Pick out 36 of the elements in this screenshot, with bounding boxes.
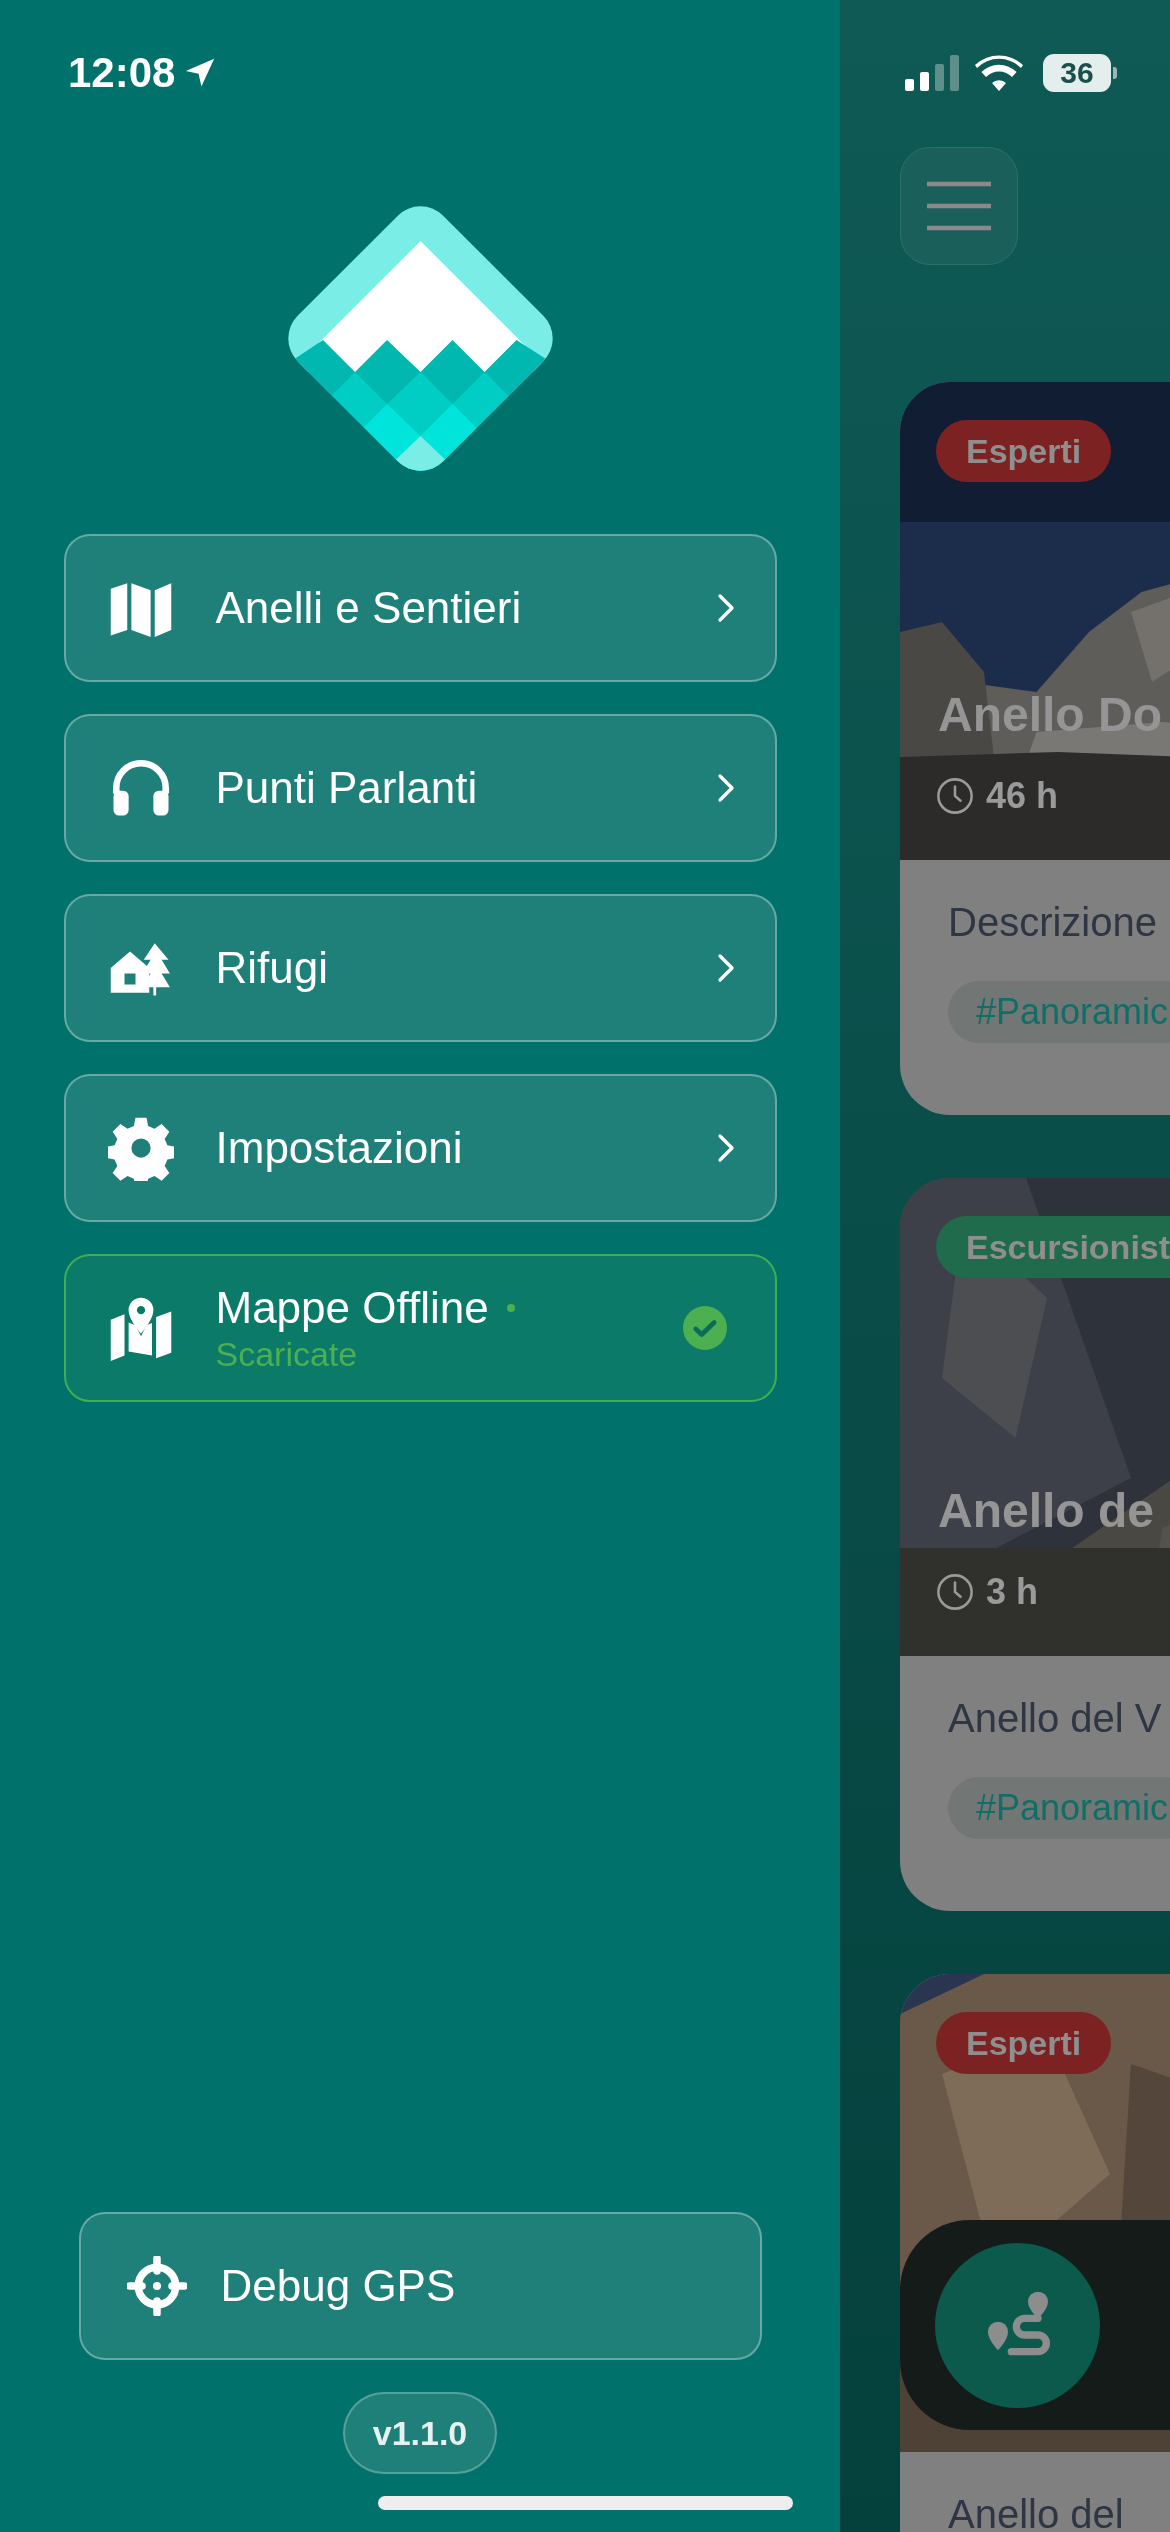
- trail-description: Descrizione: [948, 900, 1157, 945]
- trail-card[interactable]: Escursionist Anello de 3 h Anello del V #Panoramic: [900, 1178, 1170, 1911]
- debug-gps-button[interactable]: Debug GPS: [78, 2212, 762, 2360]
- trail-card[interactable]: Esperti Anello Do 46 h Descrizione #Panoramic: [900, 382, 1170, 1115]
- difficulty-badge: Esperti: [936, 2012, 1112, 2074]
- status-time: 12:08: [68, 48, 176, 97]
- menu-item[interactable]: Punti Parlanti: [63, 714, 777, 862]
- trail-title: Anello de: [938, 1483, 1155, 1538]
- trail-description: Anello del: [948, 2492, 1124, 2532]
- duration-text: 46 h: [986, 775, 1059, 817]
- chevron-right-icon: [716, 773, 735, 803]
- chevron-right-icon: [716, 593, 735, 623]
- status-dot: [506, 1303, 515, 1312]
- chevron-right-icon: [716, 953, 735, 983]
- crosshair-icon: [126, 2256, 187, 2316]
- difficulty-badge: Esperti: [936, 420, 1112, 482]
- difficulty-badge: Escursionist: [936, 1216, 1170, 1278]
- tag-chip: #Panoramic: [948, 981, 1170, 1043]
- menu-item[interactable]: Anelli e Sentieri: [63, 534, 777, 682]
- tag-chip: #Panoramic: [948, 1777, 1170, 1839]
- trail-title: Anello Do: [938, 687, 1162, 742]
- clock-icon: [936, 777, 974, 815]
- version-badge: v1.1.0: [342, 2392, 498, 2474]
- menu-item[interactable]: Rifugi: [63, 894, 777, 1042]
- battery-indicator: 36: [1043, 53, 1111, 92]
- wifi-icon: [975, 54, 1023, 91]
- settings-icon: [107, 1115, 174, 1181]
- status-text: Scaricate: [215, 1334, 359, 1374]
- menu-label: Mappe Offline: [215, 1282, 489, 1333]
- trail-description: Anello del V: [948, 1696, 1162, 1741]
- menu-icon: [927, 181, 991, 231]
- chevron-right-icon: [716, 1133, 735, 1163]
- duration-text: 3 h: [986, 1571, 1038, 1613]
- signal-icon: [905, 54, 959, 91]
- clock-icon: [936, 1573, 974, 1611]
- menu-item[interactable]: Impostazioni: [63, 1074, 777, 1222]
